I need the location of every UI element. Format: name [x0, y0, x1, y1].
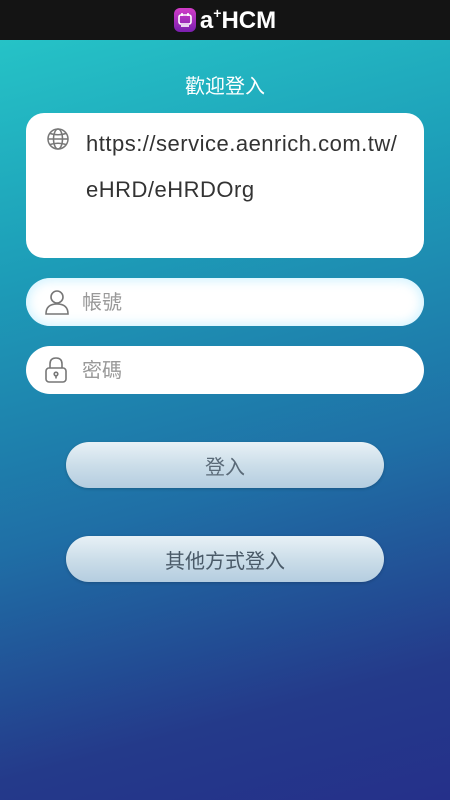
top-bar: a+HCM	[0, 0, 450, 40]
other-login-button[interactable]: 其他方式登入	[66, 536, 384, 582]
lock-icon	[44, 356, 68, 388]
password-field[interactable]	[26, 346, 424, 394]
app-logo: a+HCM	[173, 5, 277, 35]
app-logo-icon	[173, 8, 196, 32]
app-logo-text: a+HCM	[199, 5, 277, 34]
login-button[interactable]: 登入	[66, 442, 384, 488]
user-icon	[44, 288, 70, 320]
username-input[interactable]	[82, 290, 382, 314]
username-field[interactable]	[26, 278, 424, 326]
password-input[interactable]	[82, 358, 382, 382]
globe-icon	[46, 127, 70, 155]
server-url-field[interactable]: https://service.aenrich.com.tw/eHRD/eHRD…	[26, 113, 424, 258]
welcome-title: 歡迎登入	[185, 74, 265, 98]
server-url-value: https://service.aenrich.com.tw/eHRD/eHRD…	[86, 131, 398, 202]
